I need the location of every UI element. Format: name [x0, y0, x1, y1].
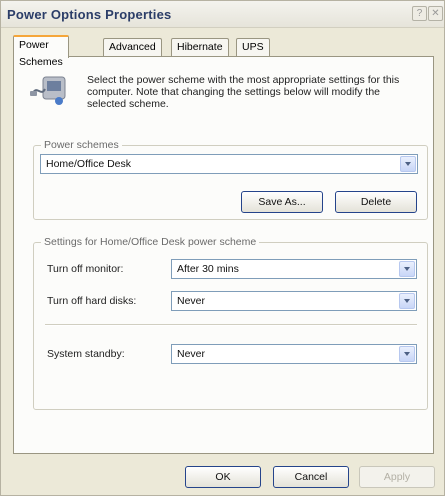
power-scheme-select[interactable]: Home/Office Desk	[40, 154, 418, 174]
intro-description: Select the power scheme with the most ap…	[87, 74, 400, 110]
title-bar[interactable]: Power Options Properties ? ✕	[1, 1, 444, 28]
chevron-down-icon[interactable]	[400, 156, 416, 172]
close-icon: ✕	[431, 8, 440, 19]
system-standby-select[interactable]: Never	[171, 344, 417, 364]
delete-button[interactable]: Delete	[335, 191, 417, 213]
ok-button[interactable]: OK	[185, 466, 261, 488]
tab-hibernate[interactable]: Hibernate	[171, 38, 229, 56]
power-options-dialog: Power Options Properties ? ✕ Power Schem…	[0, 0, 445, 496]
turn-off-hard-disks-select[interactable]: Never	[171, 291, 417, 311]
scheme-settings-group-label: Settings for Home/Office Desk power sche…	[41, 236, 260, 248]
save-as-button[interactable]: Save As...	[241, 191, 323, 213]
turn-off-monitor-value: After 30 mins	[177, 263, 239, 275]
system-standby-value: Never	[177, 348, 206, 360]
cancel-button[interactable]: Cancel	[273, 466, 349, 488]
power-schemes-group-label: Power schemes	[41, 139, 122, 151]
tab-ups[interactable]: UPS	[236, 38, 270, 56]
turn-off-monitor-select[interactable]: After 30 mins	[171, 259, 417, 279]
system-standby-label: System standby:	[47, 348, 125, 360]
close-button[interactable]: ✕	[428, 6, 443, 21]
chevron-down-icon[interactable]	[399, 293, 415, 309]
power-plug-icon	[30, 76, 66, 105]
power-scheme-value: Home/Office Desk	[46, 158, 131, 170]
chevron-down-icon[interactable]	[399, 346, 415, 362]
chevron-down-icon[interactable]	[399, 261, 415, 277]
tab-power-schemes[interactable]: Power Schemes	[13, 35, 69, 68]
window-title: Power Options Properties	[7, 7, 172, 22]
apply-button[interactable]: Apply	[359, 466, 435, 488]
turn-off-monitor-label: Turn off monitor:	[47, 263, 124, 275]
turn-off-hard-disks-label: Turn off hard disks:	[47, 295, 137, 307]
settings-divider	[45, 324, 417, 326]
help-icon: ?	[416, 8, 423, 19]
turn-off-hard-disks-value: Never	[177, 295, 206, 307]
tab-advanced[interactable]: Advanced	[103, 38, 162, 56]
help-button[interactable]: ?	[412, 6, 427, 21]
